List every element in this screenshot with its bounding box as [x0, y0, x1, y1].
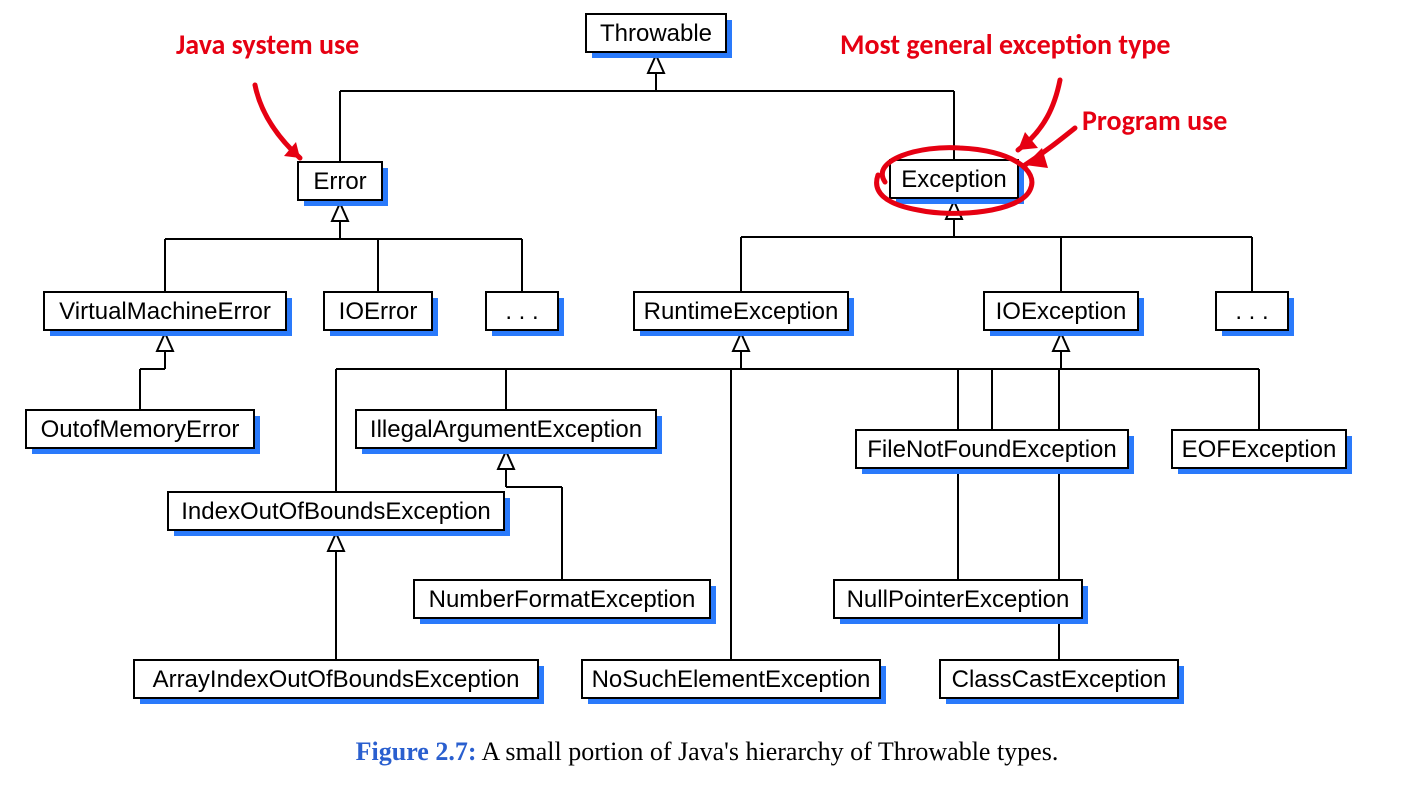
node-label-nullPointerException: NullPointerException	[847, 586, 1070, 613]
node-label-throwable: Throwable	[600, 20, 712, 47]
node-label-indexOutOfBoundsException: IndexOutOfBoundsException	[181, 498, 491, 525]
node-label-numberFormatException: NumberFormatException	[429, 586, 696, 613]
node-label-ioError: IOError	[339, 298, 418, 325]
node-label-noSuchElementException: NoSuchElementException	[592, 666, 871, 693]
throwable-hierarchy-diagram: Throwable Error Exception VirtualMachineErr…	[0, 0, 1414, 792]
node-label-illegalArgumentException: IllegalArgumentException	[370, 416, 642, 443]
annotation-program-use: Program use	[1082, 103, 1227, 138]
node-label-ioException: IOException	[996, 298, 1127, 325]
node-label-classCastException: ClassCastException	[952, 666, 1167, 693]
annotation-most-general-exception: Most general exception type	[840, 27, 1170, 62]
node-label-error: Error	[313, 168, 366, 195]
node-label-virtualMachineError: VirtualMachineError	[59, 298, 271, 325]
node-label-runtimeException: RuntimeException	[644, 298, 839, 325]
node-label-arrayIndexOutOfBoundsException: ArrayIndexOutOfBoundsException	[153, 666, 520, 693]
node-label-exception: Exception	[901, 166, 1006, 193]
node-label-eofException: EOFException	[1182, 436, 1337, 463]
node-label-errorEllipsis: . . .	[505, 298, 538, 325]
annotation-java-system-use: Java system use	[176, 27, 359, 62]
node-label-outOfMemoryError: OutofMemoryError	[41, 416, 240, 443]
node-label-fileNotFoundException: FileNotFoundException	[867, 436, 1116, 463]
figure-caption: Figure 2.7: A small portion of Java's hi…	[356, 737, 1059, 766]
node-label-exceptionEllipsis: . . .	[1235, 298, 1268, 325]
